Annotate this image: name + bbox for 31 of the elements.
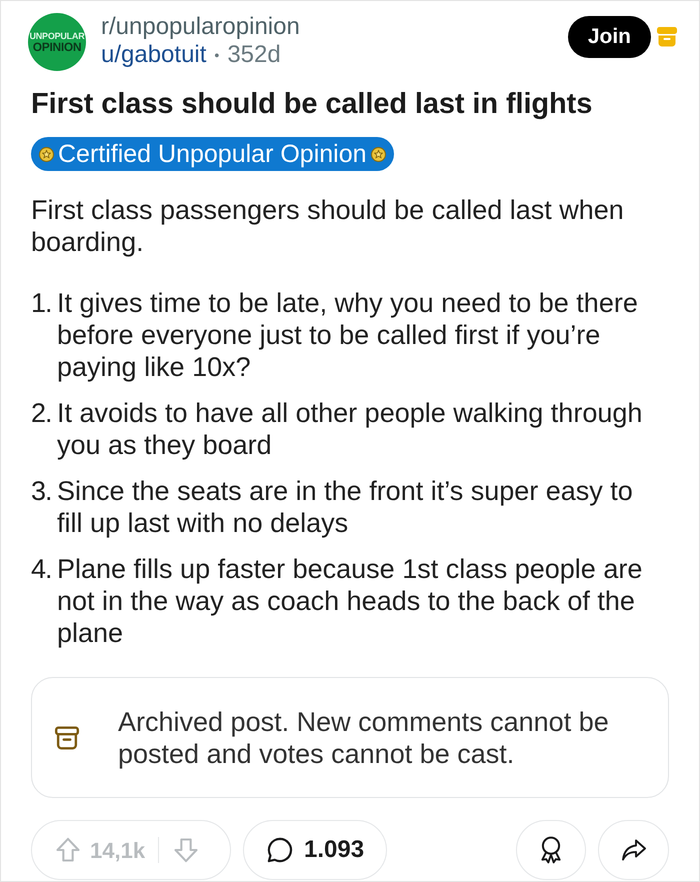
post-body-text: First class passengers should be called last when boarding. — [31, 194, 625, 258]
list-number: 2. — [31, 397, 53, 430]
star-badge-icon — [370, 146, 386, 162]
comment-bubble-icon — [266, 836, 294, 864]
archive-icon — [54, 724, 80, 750]
post-title: First class should be called last in flights — [31, 87, 594, 122]
vote-score: 14,1k — [90, 836, 146, 864]
flair-text: Certified Unpopular Opinion — [58, 142, 367, 166]
award-button[interactable] — [516, 820, 586, 880]
archive-icon — [656, 26, 678, 48]
avatar-logo-text: UNPOPULAR — [30, 32, 84, 40]
share-icon — [620, 838, 646, 862]
list-item-text: Since the seats are in the front it’s super easy to fill up last with no delays — [57, 475, 634, 539]
list-item-text: Plane fills up faster because 1st class people are not in the way as coach heads to the back of the plane — [57, 553, 644, 649]
list-number: 4. — [31, 553, 53, 586]
list-item-text: It gives time to be late, why you need to be there before everyone just to be called first if you’re paying like 10x? — [57, 287, 639, 383]
comments-button[interactable]: 1.093 — [243, 820, 388, 880]
list-item-text: It avoids to have all other people walking through you as they board — [57, 397, 644, 461]
join-button[interactable]: Join — [568, 16, 651, 58]
separator-dot: • — [214, 46, 220, 65]
author-name[interactable]: u/gabotuit — [101, 41, 206, 69]
list-number: 3. — [31, 475, 53, 508]
star-badge-icon — [39, 146, 54, 162]
archived-notice-text: Archived post. New comments cannot be posted and votes cannot be cast. — [118, 706, 610, 770]
post-age: 352d — [227, 41, 281, 69]
flair-tag[interactable]: Certified Unpopular Opinion — [31, 137, 394, 171]
avatar-logo-text: OPINION — [32, 40, 82, 52]
list-number: 1. — [31, 287, 53, 320]
share-button[interactable] — [598, 820, 669, 880]
subreddit-name[interactable]: r/unpopularopinion — [101, 13, 300, 41]
subreddit-avatar[interactable]: UNPOPULAR OPINION — [28, 13, 86, 71]
